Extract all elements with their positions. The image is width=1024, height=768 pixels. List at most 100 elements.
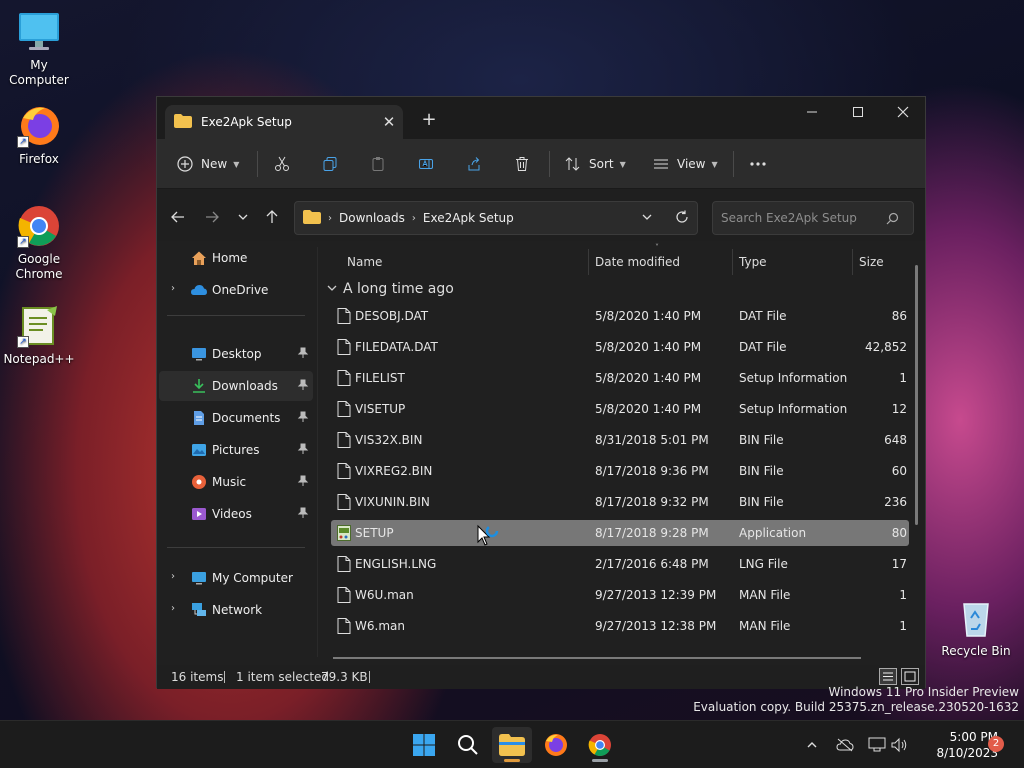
- desktop-icon-label: My Computer: [9, 58, 69, 87]
- forward-button[interactable]: [202, 207, 222, 227]
- more-options-button[interactable]: [749, 151, 767, 177]
- pin-icon[interactable]: [297, 379, 309, 394]
- onedrive-tray-button[interactable]: [834, 733, 856, 757]
- file-row[interactable]: SETUP 8/17/2018 9:28 PM Application 80: [331, 520, 909, 546]
- group-header[interactable]: A long time ago: [323, 281, 454, 297]
- file-row[interactable]: FILEDATA.DAT 5/8/2020 1:40 PM DAT File 42,8…: [331, 334, 909, 360]
- maximize-button[interactable]: [835, 97, 881, 127]
- search-box[interactable]: [712, 201, 914, 235]
- horizontal-scrollbar[interactable]: [333, 657, 861, 659]
- taskbar-chrome[interactable]: [580, 727, 620, 763]
- share-button[interactable]: [466, 151, 482, 177]
- file-size: 17: [891, 557, 907, 571]
- trash-icon: [514, 156, 530, 172]
- network-tray-button[interactable]: [866, 733, 888, 757]
- desktop-icon-notepadpp[interactable]: ↗ Notepad++: [0, 304, 78, 367]
- sidebar-item-desktop[interactable]: Desktop: [159, 339, 313, 369]
- breadcrumb-exe2apk-setup[interactable]: Exe2Apk Setup: [423, 211, 514, 225]
- file-row[interactable]: VISETUP 5/8/2020 1:40 PM Setup Information…: [331, 396, 909, 422]
- shortcut-arrow-icon: ↗: [17, 136, 29, 148]
- column-divider[interactable]: [852, 249, 853, 275]
- column-header-size[interactable]: Size: [859, 255, 884, 269]
- minimize-button[interactable]: [789, 97, 835, 127]
- show-hidden-icons-button[interactable]: [801, 733, 823, 757]
- new-button[interactable]: New ▼: [177, 151, 239, 177]
- sidebar-item-music[interactable]: Music: [159, 467, 313, 497]
- address-bar[interactable]: › Downloads › Exe2Apk Setup: [294, 201, 698, 235]
- tiles-view-button[interactable]: [901, 668, 919, 685]
- refresh-button[interactable]: [675, 210, 689, 227]
- file-row[interactable]: VIS32X.BIN 8/31/2018 5:01 PM BIN File 648: [331, 427, 909, 453]
- pane-splitter[interactable]: [317, 247, 318, 657]
- paste-button[interactable]: [370, 151, 386, 177]
- taskbar-file-explorer[interactable]: [492, 727, 532, 763]
- vertical-scrollbar[interactable]: [915, 265, 918, 525]
- address-history-button[interactable]: [641, 211, 653, 226]
- volume-tray-button[interactable]: [889, 733, 911, 757]
- close-tab-icon[interactable]: ✕: [375, 113, 403, 131]
- sidebar-item-home[interactable]: Home: [159, 243, 313, 273]
- breadcrumb-downloads[interactable]: Downloads: [339, 211, 405, 225]
- column-divider[interactable]: [732, 249, 733, 275]
- start-button[interactable]: [404, 727, 444, 763]
- file-row[interactable]: DESOBJ.DAT 5/8/2020 1:40 PM DAT File 86: [331, 303, 909, 329]
- chevron-right-icon[interactable]: ›: [171, 603, 175, 614]
- sidebar-item-label: My Computer: [212, 571, 293, 585]
- system-clock[interactable]: 5:00 PM 8/10/2023: [918, 729, 998, 761]
- desktop-icon-recycle-bin[interactable]: Recycle Bin: [936, 596, 1016, 659]
- file-row[interactable]: VIXREG2.BIN 8/17/2018 9:36 PM BIN File 60: [331, 458, 909, 484]
- file-row[interactable]: W6U.man 9/27/2013 12:39 PM MAN File 1: [331, 582, 909, 608]
- file-row[interactable]: ENGLISH.LNG 2/17/2016 6:48 PM LNG File 17: [331, 551, 909, 577]
- recent-locations-button[interactable]: [233, 207, 253, 227]
- view-label: View: [677, 157, 706, 171]
- copy-button[interactable]: [322, 151, 338, 177]
- pin-icon[interactable]: [297, 475, 309, 490]
- back-button[interactable]: [168, 207, 188, 227]
- file-icon: [337, 339, 351, 355]
- desktop-icon-my-computer[interactable]: My Computer: [0, 10, 78, 88]
- tab-exe2apk-setup[interactable]: Exe2Apk Setup ✕: [165, 105, 403, 139]
- column-divider[interactable]: [588, 249, 589, 275]
- chevron-right-icon[interactable]: ›: [171, 571, 175, 582]
- sidebar-item-downloads[interactable]: Downloads: [159, 371, 313, 401]
- rename-button[interactable]: [418, 151, 434, 177]
- more-icon: [749, 156, 767, 172]
- file-date: 9/27/2013 12:38 PM: [595, 619, 717, 633]
- file-row[interactable]: VIXUNIN.BIN 8/17/2018 9:32 PM BIN File 236: [331, 489, 909, 515]
- column-header-date[interactable]: Date modified: [595, 255, 680, 269]
- pin-icon[interactable]: [297, 507, 309, 522]
- column-header-type[interactable]: Type: [739, 255, 767, 269]
- details-view-button[interactable]: [879, 668, 897, 685]
- sidebar-item-network[interactable]: › Network: [159, 595, 313, 625]
- delete-button[interactable]: [514, 151, 530, 177]
- sidebar-item-my-computer[interactable]: › My Computer: [159, 563, 313, 593]
- up-button[interactable]: [262, 207, 282, 227]
- sidebar-item-documents[interactable]: Documents: [159, 403, 313, 433]
- taskbar-firefox[interactable]: [536, 727, 576, 763]
- sidebar-item-label: Desktop: [212, 347, 262, 361]
- file-icon: [337, 618, 351, 634]
- cut-button[interactable]: [274, 151, 290, 177]
- file-type: DAT File: [739, 309, 787, 323]
- pin-icon[interactable]: [297, 443, 309, 458]
- chevron-right-icon[interactable]: ›: [171, 283, 175, 294]
- notification-badge[interactable]: 2: [988, 736, 1004, 752]
- view-button[interactable]: View ▼: [653, 151, 718, 177]
- desktop-icon-chrome[interactable]: ↗ Google Chrome: [0, 204, 78, 282]
- search-input[interactable]: [721, 210, 881, 226]
- file-row[interactable]: W6.man 9/27/2013 12:38 PM MAN File 1: [331, 613, 909, 639]
- search-button[interactable]: [448, 727, 488, 763]
- sidebar-item-onedrive[interactable]: › OneDrive: [159, 275, 313, 305]
- column-header-name[interactable]: Name: [347, 255, 382, 269]
- pin-icon[interactable]: [297, 347, 309, 362]
- file-row[interactable]: FILELIST 5/8/2020 1:40 PM Setup Informatio…: [331, 365, 909, 391]
- sidebar-item-pictures[interactable]: Pictures: [159, 435, 313, 465]
- sidebar-divider: [167, 315, 305, 316]
- new-tab-button[interactable]: +: [417, 109, 441, 130]
- sort-button[interactable]: Sort ▼: [565, 151, 626, 177]
- pin-icon[interactable]: [297, 411, 309, 426]
- close-window-button[interactable]: [880, 97, 926, 127]
- sidebar-item-videos[interactable]: Videos: [159, 499, 313, 529]
- refresh-icon: [676, 210, 688, 223]
- desktop-icon-firefox[interactable]: ↗ Firefox: [0, 104, 78, 167]
